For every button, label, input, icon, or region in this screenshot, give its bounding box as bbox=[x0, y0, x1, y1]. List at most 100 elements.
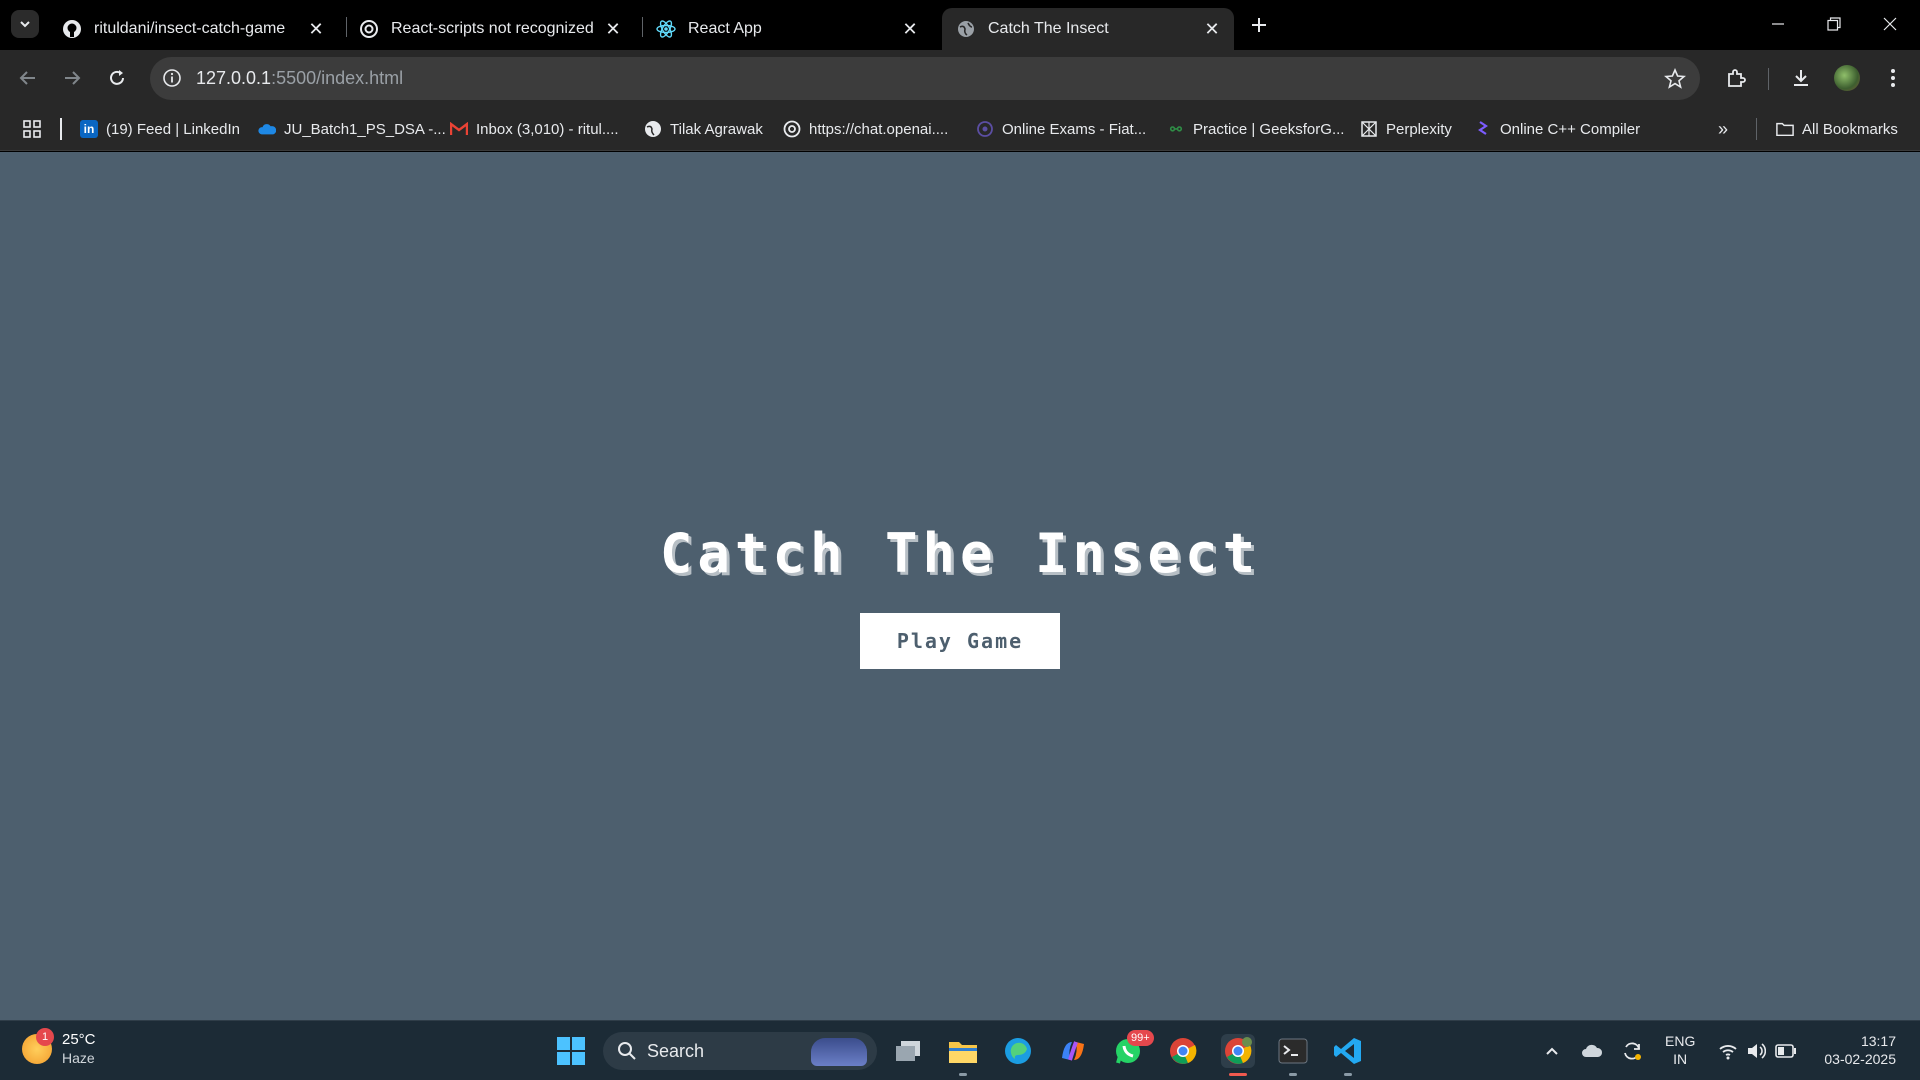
bookmark-tilak[interactable]: Tilak Agrawak bbox=[644, 118, 763, 140]
weather-temperature: 25°C bbox=[62, 1031, 96, 1048]
weather-widget[interactable]: 1 25°C Haze bbox=[22, 1028, 96, 1067]
running-indicator bbox=[1344, 1073, 1352, 1076]
bookmark-chatgpt[interactable]: https://chat.openai.... bbox=[783, 118, 948, 140]
extensions-button[interactable] bbox=[1721, 63, 1751, 93]
reload-button[interactable] bbox=[102, 63, 132, 93]
url-text[interactable]: 127.0.0.1:5500/index.html bbox=[196, 68, 403, 89]
close-icon[interactable]: ✕ bbox=[603, 19, 623, 39]
task-view-button[interactable] bbox=[891, 1034, 925, 1068]
tab-react-app[interactable]: React App ✕ bbox=[642, 8, 932, 50]
bookmark-online-exams[interactable]: Online Exams - Fiat... bbox=[976, 118, 1146, 140]
back-button[interactable] bbox=[13, 63, 43, 93]
search-label: Search bbox=[647, 1040, 705, 1061]
globe-icon bbox=[956, 19, 976, 39]
bookmark-gmail[interactable]: Inbox (3,010) - ritul.... bbox=[450, 118, 619, 140]
restore-icon bbox=[1827, 17, 1841, 31]
chrome-icon bbox=[1170, 1038, 1197, 1064]
folder-icon bbox=[949, 1042, 977, 1063]
minimize-icon bbox=[1772, 23, 1784, 25]
terminal-button[interactable] bbox=[1276, 1034, 1310, 1076]
tab-catch-the-insect[interactable]: Catch The Insect ✕ bbox=[942, 8, 1234, 50]
whatsapp-button[interactable]: 99+ bbox=[1111, 1030, 1154, 1068]
url-host: 127.0.0.1 bbox=[196, 68, 272, 88]
language-code: ENG bbox=[1665, 1033, 1696, 1049]
bookmarks-divider bbox=[1756, 118, 1757, 140]
profile-avatar[interactable] bbox=[1834, 65, 1860, 91]
close-icon[interactable]: ✕ bbox=[306, 19, 326, 39]
start-button[interactable] bbox=[554, 1034, 588, 1068]
taskbar-search[interactable]: Search bbox=[603, 1032, 877, 1070]
tab-title: rituldani/insect-catch-game bbox=[94, 20, 286, 37]
all-bookmarks-label: All Bookmarks bbox=[1802, 120, 1898, 138]
page-title: Catch The Insect bbox=[659, 522, 1261, 585]
plus-icon bbox=[1252, 18, 1266, 32]
openai-icon bbox=[783, 120, 801, 138]
tab-strip: rituldani/insect-catch-game ✕ React-scri… bbox=[0, 0, 1920, 50]
site-info-icon[interactable] bbox=[162, 68, 182, 88]
address-bar[interactable]: 127.0.0.1:5500/index.html bbox=[150, 57, 1700, 100]
fiat-icon bbox=[976, 120, 994, 138]
tab-github[interactable]: rituldani/insect-catch-game ✕ bbox=[48, 8, 338, 50]
all-bookmarks-button[interactable]: All Bookmarks bbox=[1776, 118, 1898, 140]
downloads-button[interactable] bbox=[1786, 63, 1816, 93]
copilot-icon bbox=[1062, 1041, 1084, 1061]
menu-button[interactable] bbox=[1878, 63, 1908, 93]
battery-button[interactable] bbox=[1774, 1039, 1798, 1063]
wifi-button[interactable] bbox=[1716, 1039, 1740, 1063]
restore-button[interactable] bbox=[1806, 0, 1862, 48]
close-window-button[interactable] bbox=[1862, 0, 1918, 48]
minimize-button[interactable] bbox=[1750, 0, 1806, 48]
bookmark-linkedin[interactable]: in (19) Feed | LinkedIn bbox=[80, 118, 240, 140]
bookmark-star-icon[interactable] bbox=[1664, 67, 1686, 90]
bookmark-label: (19) Feed | LinkedIn bbox=[106, 120, 240, 138]
volume-button[interactable] bbox=[1744, 1039, 1768, 1063]
close-icon[interactable]: ✕ bbox=[900, 19, 920, 39]
chevron-up-icon bbox=[1546, 1047, 1558, 1055]
active-indicator bbox=[1229, 1073, 1247, 1076]
file-explorer-button[interactable] bbox=[946, 1034, 980, 1076]
weather-sun-icon: 1 bbox=[22, 1028, 54, 1064]
tab-title: React App bbox=[688, 20, 762, 37]
taskbar-clock[interactable]: 13:17 03-02-2025 bbox=[1814, 1032, 1896, 1068]
linkedin-icon: in bbox=[80, 120, 98, 138]
bookmark-onedrive[interactable]: JU_Batch1_PS_DSA -... bbox=[258, 118, 446, 140]
new-tab-button[interactable] bbox=[1246, 12, 1272, 38]
tab-search-button[interactable] bbox=[11, 10, 39, 38]
show-hidden-icons-button[interactable] bbox=[1540, 1039, 1564, 1063]
game-page: Catch The Insect Play Game bbox=[0, 152, 1920, 1020]
tab-react-scripts[interactable]: React-scripts not recognized ✕ bbox=[345, 8, 635, 50]
bookmark-perplexity[interactable]: Perplexity bbox=[1360, 118, 1452, 140]
more-bookmarks-button[interactable]: » bbox=[1718, 118, 1728, 140]
apps-button[interactable] bbox=[22, 118, 42, 140]
forward-button[interactable] bbox=[57, 63, 87, 93]
tab-title: React-scripts not recognized bbox=[391, 20, 594, 37]
onedrive-icon bbox=[258, 120, 276, 138]
sync-tray-button[interactable] bbox=[1620, 1039, 1644, 1063]
speaker-icon bbox=[1748, 1043, 1766, 1059]
bookmark-geeksforgeeks[interactable]: ⚯ Practice | GeeksforG... bbox=[1167, 118, 1344, 140]
windows-taskbar: 1 25°C Haze Search 99+ ENG IN 13:17 03-0… bbox=[0, 1020, 1920, 1080]
copilot-button[interactable] bbox=[1056, 1034, 1090, 1068]
play-game-button[interactable]: Play Game bbox=[860, 613, 1060, 669]
puzzle-icon bbox=[1728, 69, 1746, 87]
running-indicator bbox=[959, 1073, 967, 1076]
clock-date: 03-02-2025 bbox=[1824, 1051, 1896, 1067]
compiler-icon bbox=[1474, 120, 1492, 138]
openai-icon bbox=[359, 19, 379, 39]
region-code: IN bbox=[1673, 1051, 1688, 1067]
vscode-icon bbox=[1334, 1038, 1361, 1064]
react-icon bbox=[656, 19, 676, 39]
chrome-globe-icon bbox=[644, 120, 662, 138]
notification-badge: 1 bbox=[36, 1028, 54, 1046]
chrome-button[interactable] bbox=[1166, 1034, 1200, 1068]
input-language-button[interactable]: ENG IN bbox=[1665, 1032, 1695, 1068]
wifi-icon bbox=[1719, 1045, 1737, 1060]
arrow-right-icon bbox=[65, 71, 81, 85]
close-icon[interactable]: ✕ bbox=[1202, 19, 1222, 39]
bookmark-cpp-compiler[interactable]: Online C++ Compiler bbox=[1474, 118, 1640, 140]
url-path: :5500/index.html bbox=[271, 68, 404, 88]
vscode-button[interactable] bbox=[1331, 1034, 1365, 1076]
edge-button[interactable] bbox=[1001, 1034, 1035, 1068]
chrome-profile-button[interactable] bbox=[1221, 1034, 1255, 1076]
onedrive-tray-button[interactable] bbox=[1580, 1039, 1604, 1063]
